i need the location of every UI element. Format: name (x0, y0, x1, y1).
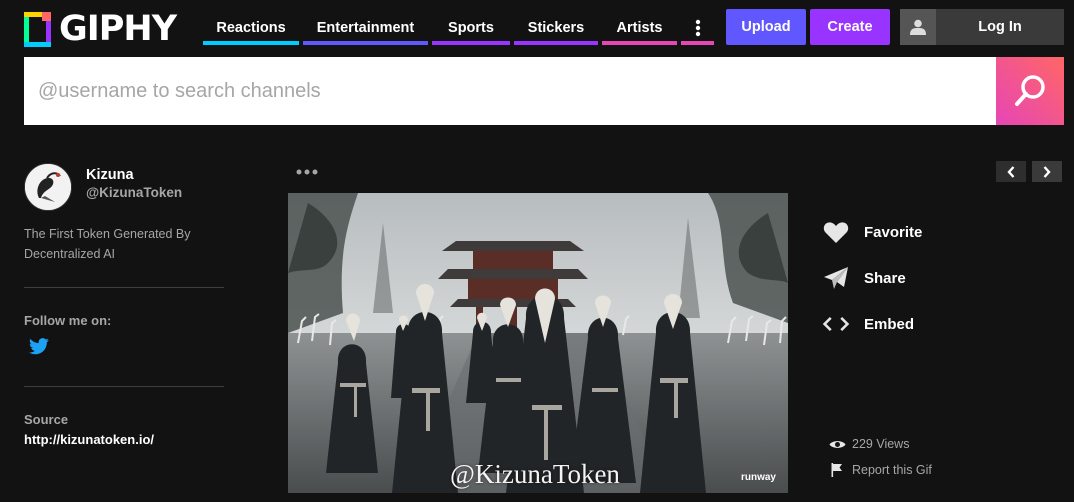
eye-icon (828, 439, 846, 450)
runway-mark: runway (740, 472, 776, 483)
horizontal-ellipsis-icon[interactable] (296, 158, 318, 181)
source-link[interactable]: http://kizunatoken.io/ (24, 432, 154, 447)
giphy-logo[interactable]: GIPHY (24, 9, 177, 49)
channel-name[interactable]: Kizuna (86, 167, 134, 183)
search-input[interactable] (24, 57, 996, 125)
embed-button[interactable]: Embed (822, 310, 914, 338)
embed-label: Embed (864, 315, 915, 333)
paper-plane-icon (822, 264, 850, 292)
share-button[interactable]: Share (822, 264, 906, 292)
nav-entertainment[interactable]: Entertainment (303, 10, 428, 45)
follow-label: Follow me on: (24, 313, 112, 328)
login-button[interactable]: Log In (900, 9, 1064, 45)
search-button[interactable] (996, 57, 1064, 125)
channel-handle[interactable]: @KizunaToken (86, 185, 182, 200)
view-count: 229 Views (828, 437, 909, 451)
source-label: Source (24, 412, 69, 427)
login-label: Log In (978, 19, 1022, 35)
nav-more-button[interactable] (681, 10, 714, 45)
nav-sports[interactable]: Sports (432, 10, 510, 45)
search-icon (1015, 75, 1045, 106)
sidebar-divider (24, 287, 224, 288)
heart-icon (822, 218, 850, 246)
channel-description: The First Token Generated By Decentraliz… (24, 227, 191, 261)
logo-text: GIPHY (59, 9, 177, 49)
favorite-label: Favorite (864, 223, 923, 241)
views-label: 229 Views (852, 437, 910, 451)
twitter-link[interactable] (28, 338, 50, 361)
giphy-logo-icon (24, 11, 51, 47)
sidebar-divider (24, 386, 224, 387)
gif-watermark: @KizunaToken (450, 459, 620, 489)
share-label: Share (864, 269, 906, 287)
search-bar (24, 57, 1064, 125)
nav-artists[interactable]: Artists (602, 10, 677, 45)
nav-reactions[interactable]: Reactions (203, 10, 299, 45)
create-button[interactable]: Create (810, 9, 890, 45)
vertical-ellipsis-icon (695, 19, 700, 36)
user-icon (900, 9, 936, 45)
prev-gif-button[interactable] (996, 161, 1026, 182)
channel-avatar[interactable] (24, 163, 72, 211)
nav-stickers[interactable]: Stickers (514, 10, 598, 45)
chevron-left-icon (1007, 165, 1015, 178)
main-nav: Reactions Entertainment Sports Stickers … (203, 10, 718, 45)
twitter-icon (29, 338, 49, 355)
report-gif-link[interactable]: Report this Gif (828, 463, 932, 477)
chevron-right-icon (1043, 165, 1051, 178)
gif-image[interactable]: @KizunaToken runway (288, 193, 788, 493)
next-gif-button[interactable] (1032, 161, 1062, 182)
report-label: Report this Gif (852, 463, 932, 477)
code-brackets-icon (822, 310, 850, 338)
favorite-button[interactable]: Favorite (822, 218, 922, 246)
flag-icon (828, 463, 846, 477)
upload-button[interactable]: Upload (726, 9, 806, 45)
